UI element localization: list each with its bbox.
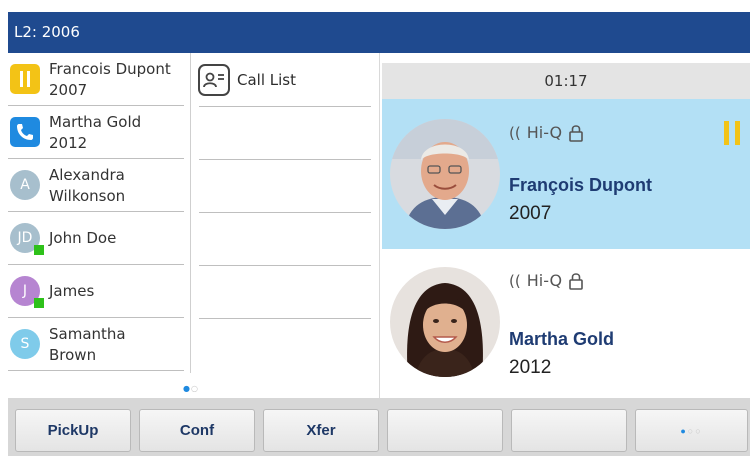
line-label: L2: 2006 (14, 23, 80, 41)
contact-label: James (49, 265, 94, 318)
second-call-card[interactable]: (( Hi-Q Martha Gold 2012 (382, 251, 750, 401)
lock-icon (569, 272, 583, 290)
hd-audio-icon: (( (509, 271, 521, 290)
contact-item-alexandra-wilkonson[interactable]: A Alexandra Wilkonson (8, 159, 184, 212)
contact-item-francois-dupont[interactable]: Francois Dupont 2007 (8, 53, 184, 106)
divider (199, 106, 371, 107)
contact-name: Alexandra (49, 165, 125, 184)
caller-number: 2012 (509, 357, 552, 378)
contact-label: Francois Dupont 2007 (49, 53, 171, 106)
contact-label: Martha Gold 2012 (49, 106, 141, 159)
phone-icon (10, 117, 40, 147)
pickup-softkey[interactable]: PickUp (15, 409, 131, 452)
contact-label: John Doe (49, 212, 116, 265)
more-softkeys-button[interactable]: ●○○ (635, 409, 748, 452)
divider (199, 159, 371, 160)
xfer-softkey[interactable]: Xfer (263, 409, 379, 452)
contact-name: Samantha (49, 324, 126, 343)
conf-softkey[interactable]: Conf (139, 409, 255, 452)
presence-indicator (34, 245, 44, 255)
contacts-panel: Francois Dupont 2007 Martha Gold 2012 A … (8, 53, 380, 398)
caller-name: François Dupont (509, 175, 652, 195)
contact-name: John Doe (49, 229, 117, 247)
caller-photo-martha (390, 267, 500, 377)
contact-number: 2007 (49, 80, 88, 99)
caller-name: Martha Gold (509, 329, 615, 349)
softkey-page-indicator: ●○○ (680, 425, 703, 436)
hiq-label: Hi-Q (526, 123, 563, 142)
hiq-indicator: (( Hi-Q (509, 271, 584, 290)
contact-item-james[interactable]: J James (8, 265, 184, 318)
divider (199, 212, 371, 213)
hiq-label: Hi-Q (526, 271, 563, 290)
presence-indicator (34, 298, 44, 308)
call-list-label: Call List (237, 71, 296, 89)
contact-name: Francois Dupont (49, 59, 171, 78)
contact-label: Alexandra Wilkonson (49, 159, 125, 212)
empty-softkey-4[interactable] (387, 409, 503, 452)
calls-panel: 01:17 (( Hi-Q François Dupont 2007 ((Hi… (382, 53, 750, 401)
column-divider (190, 53, 191, 373)
call-list-button[interactable]: Call List (198, 63, 296, 97)
lock-icon (569, 124, 583, 142)
contact-name: James (49, 282, 95, 300)
caller-photo-francois (390, 119, 500, 229)
hd-audio-icon: (( (509, 123, 521, 142)
contact-card-icon (198, 64, 230, 96)
active-call-card[interactable]: (( Hi-Q François Dupont 2007 (382, 99, 750, 249)
contact-number: 2012 (49, 133, 88, 152)
divider (199, 265, 371, 266)
contact-name-line2: Wilkonson (49, 186, 126, 205)
contact-item-martha-gold[interactable]: Martha Gold 2012 (8, 106, 184, 159)
contact-item-john-doe[interactable]: JD John Doe (8, 212, 184, 265)
hold-icon (722, 121, 744, 145)
contact-name: Martha Gold (49, 112, 142, 131)
call-timer: 01:17 (382, 63, 750, 99)
softkey-bar: PickUp Conf Xfer ●○○ (8, 398, 750, 456)
empty-softkey-5[interactable] (511, 409, 627, 452)
page-indicator: ●○ (183, 384, 199, 393)
pause-icon (10, 64, 40, 94)
caller-number: 2007 (509, 203, 552, 224)
contact-item-samantha-brown[interactable]: S Samantha Brown (8, 318, 184, 371)
avatar: A (10, 170, 40, 200)
contact-label: Samantha Brown (49, 318, 126, 371)
divider (199, 318, 371, 319)
hiq-indicator: (( Hi-Q (509, 123, 584, 142)
contact-name-line2: Brown (49, 345, 97, 364)
status-bar: L2: 2006 (8, 12, 750, 53)
avatar: S (10, 329, 40, 359)
